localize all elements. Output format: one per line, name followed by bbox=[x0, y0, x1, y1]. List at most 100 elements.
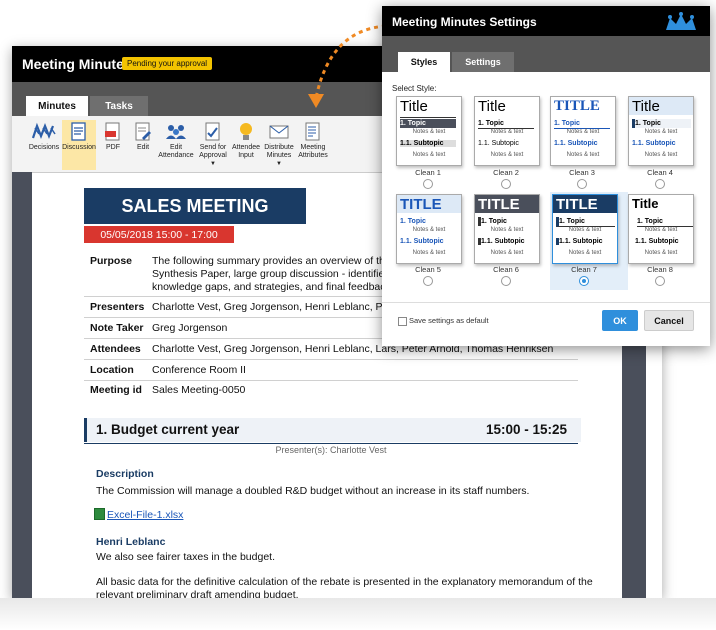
save-default-checkbox[interactable] bbox=[398, 317, 407, 326]
style-radio-clean-7-selected[interactable] bbox=[579, 276, 589, 286]
card-notes: Notes & text bbox=[566, 129, 600, 135]
tab-styles[interactable]: Styles bbox=[398, 52, 450, 72]
card-notes: Notes & text bbox=[566, 152, 600, 158]
bottom-shadow bbox=[0, 598, 716, 630]
style-radio-clean-8[interactable] bbox=[655, 276, 665, 286]
card-title: TITLE bbox=[554, 98, 600, 114]
style-name-clean-2: Clean 2 bbox=[493, 168, 519, 177]
style-name-clean-3: Clean 3 bbox=[569, 168, 595, 177]
card-notes: Notes & text bbox=[568, 250, 602, 256]
attendee-input-button[interactable]: Attendee Input bbox=[230, 120, 262, 170]
tab-settings[interactable]: Settings bbox=[452, 52, 514, 72]
card-title: Title bbox=[400, 98, 428, 115]
card-topic: 1. Topic bbox=[554, 119, 610, 129]
style-card-clean-7[interactable]: TITLE 1. Topic Notes & text 1.1. Subtopi… bbox=[552, 194, 618, 264]
decisions-label: Decisions bbox=[28, 144, 60, 151]
card-topic: 1. Topic bbox=[632, 119, 691, 128]
divider bbox=[84, 359, 578, 360]
settings-dialog: Meeting Minutes Settings Styles Settings… bbox=[382, 6, 710, 346]
app-title: Meeting Minutes bbox=[22, 56, 132, 72]
card-subtopic: 1.1. Subtopic bbox=[400, 140, 456, 147]
card-notes: Notes & text bbox=[644, 250, 678, 256]
style-card-clean-3[interactable]: TITLE 1. Topic Notes & text 1.1. Subtopi… bbox=[550, 96, 616, 166]
attributes-label: Meeting Attributes bbox=[298, 144, 328, 159]
style-name-clean-6: Clean 6 bbox=[493, 265, 519, 274]
attributes-icon bbox=[305, 122, 320, 141]
distribute-minutes-button[interactable]: Distribute Minutes ▼ bbox=[262, 120, 296, 170]
card-notes: Notes & text bbox=[490, 129, 524, 135]
location-label: Location bbox=[90, 364, 134, 376]
attendance-icon bbox=[166, 125, 186, 139]
card-title: Title bbox=[632, 196, 659, 211]
card-title: Title bbox=[478, 98, 506, 115]
purpose-line-2: Synthesis Paper, large group discussion … bbox=[152, 268, 412, 280]
tab-tasks[interactable]: Tasks bbox=[90, 96, 148, 116]
edit-button[interactable]: Edit bbox=[128, 120, 158, 170]
excel-file-icon bbox=[94, 508, 105, 520]
style-card-clean-2[interactable]: Title 1. Topic Notes & text 1.1. Subtopi… bbox=[474, 96, 540, 166]
send-for-approval-button[interactable]: Send for Approval ▼ bbox=[196, 120, 230, 170]
style-radio-clean-4[interactable] bbox=[655, 179, 665, 189]
decisions-icon bbox=[31, 122, 56, 139]
distribute-label: Distribute Minutes bbox=[264, 144, 294, 159]
edit-attendance-button[interactable]: Edit Attendance bbox=[158, 120, 194, 170]
description-heading: Description bbox=[96, 468, 154, 480]
purpose-label: Purpose bbox=[90, 255, 133, 267]
send-approval-label: Send for Approval bbox=[199, 144, 227, 159]
edit-attendance-label: Edit Attendance bbox=[158, 144, 194, 159]
card-topic: 1. Topic bbox=[478, 119, 534, 129]
style-name-clean-5: Clean 5 bbox=[415, 265, 441, 274]
save-default-label: Save settings as default bbox=[409, 316, 489, 325]
style-radio-clean-3[interactable] bbox=[577, 179, 587, 189]
tab-minutes[interactable]: Minutes bbox=[26, 96, 88, 116]
card-title: TITLE bbox=[556, 196, 598, 213]
discussion-button[interactable]: Discussion bbox=[62, 120, 96, 170]
radio-dot bbox=[582, 279, 586, 283]
card-topic: 1. Topic bbox=[400, 218, 426, 225]
card-title: TITLE bbox=[478, 196, 520, 213]
agenda-presenter: Presenter(s): Charlotte Vest bbox=[275, 445, 387, 455]
presenters-label: Presenters bbox=[90, 301, 145, 313]
style-name-clean-1: Clean 1 bbox=[415, 168, 441, 177]
card-subtopic: 1.1. Subtopic bbox=[400, 238, 444, 245]
style-card-clean-6[interactable]: TITLE 1. Topic Notes & text 1.1. Subtopi… bbox=[474, 194, 540, 264]
attachment-link[interactable]: Excel-File-1.xlsx bbox=[107, 509, 183, 521]
dialog-title: Meeting Minutes Settings bbox=[392, 15, 537, 29]
style-card-clean-1[interactable]: Title 1. Topic Notes & text 1.1. Subtopi… bbox=[396, 96, 462, 166]
location-value: Conference Room II bbox=[152, 364, 246, 376]
divider bbox=[84, 380, 578, 381]
ok-button[interactable]: OK bbox=[602, 310, 638, 331]
pdf-icon bbox=[105, 122, 120, 141]
decisions-button[interactable]: Decisions bbox=[26, 120, 62, 170]
cancel-button[interactable]: Cancel bbox=[644, 310, 694, 331]
style-card-clean-5[interactable]: TITLE 1. Topic Notes & text 1.1. Subtopi… bbox=[396, 194, 462, 264]
dialog-divider bbox=[382, 302, 710, 303]
card-topic: 1. Topic bbox=[556, 217, 615, 227]
style-name-clean-4: Clean 4 bbox=[647, 168, 673, 177]
style-radio-clean-2[interactable] bbox=[501, 179, 511, 189]
card-topic: 1. Topic bbox=[400, 119, 456, 128]
card-subtopic: 1.1. Subtopic bbox=[478, 238, 525, 245]
style-card-clean-4[interactable]: Title 1. Topic Notes & text 1.1. Subtopi… bbox=[628, 96, 694, 166]
meeting-attributes-button[interactable]: Meeting Attributes bbox=[296, 120, 330, 170]
style-name-clean-7: Clean 7 bbox=[571, 265, 597, 274]
card-rule bbox=[400, 117, 456, 118]
style-radio-clean-5[interactable] bbox=[423, 276, 433, 286]
crown-logo-icon bbox=[666, 12, 696, 30]
card-subtopic: 1.1. Subtopic bbox=[554, 140, 598, 147]
card-notes: Notes & text bbox=[490, 250, 524, 256]
card-subtopic: 1.1. Subtopic bbox=[635, 238, 679, 245]
attendee-input-label: Attendee Input bbox=[231, 144, 261, 159]
card-topic: 1. Topic bbox=[478, 217, 537, 226]
card-title: Title bbox=[632, 98, 660, 115]
card-notes: Notes & text bbox=[644, 129, 678, 135]
select-style-label: Select Style: bbox=[392, 84, 437, 93]
style-radio-clean-6[interactable] bbox=[501, 276, 511, 286]
style-radio-clean-1[interactable] bbox=[423, 179, 433, 189]
card-subtopic: 1.1. Subtopic bbox=[556, 238, 603, 245]
chevron-down-icon: ▼ bbox=[276, 161, 282, 167]
style-card-clean-8[interactable]: Title 1. Topic Notes & text 1.1. Subtopi… bbox=[628, 194, 694, 264]
card-notes: Notes & text bbox=[490, 152, 524, 158]
pdf-button[interactable]: PDF bbox=[98, 120, 128, 170]
paragraph-line-1: All basic data for the definitive calcul… bbox=[96, 576, 593, 588]
